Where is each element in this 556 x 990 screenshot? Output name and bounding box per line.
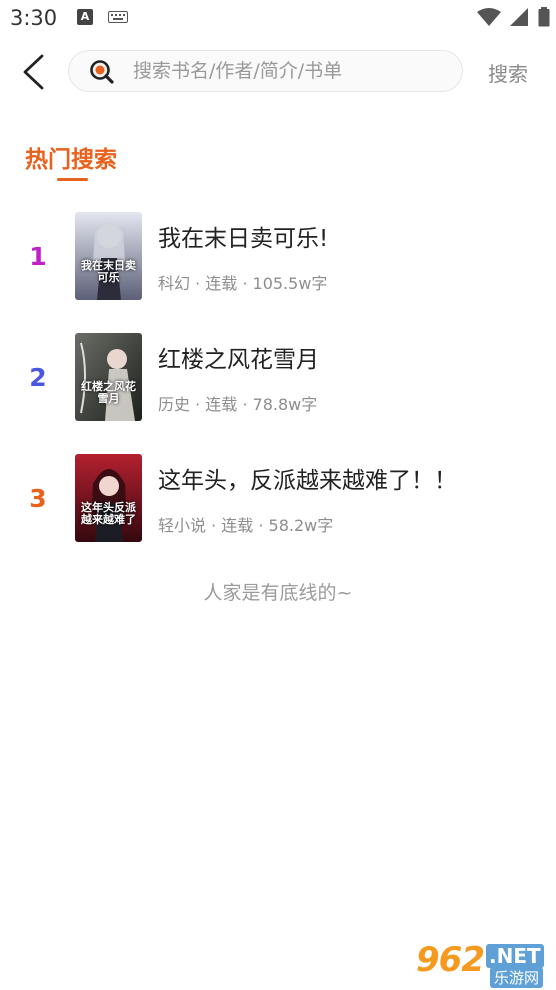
book-cover-art [75, 333, 142, 421]
book-meta: 科幻 · 连载 · 105.5w字 [158, 274, 328, 293]
end-of-list-note: 人家是有底线的~ [203, 582, 353, 604]
notification-a-icon: A [77, 9, 93, 25]
book-cover: 我在末日卖可乐 [75, 212, 142, 300]
keyboard-icon [108, 11, 128, 23]
book-item[interactable]: 1 我在末日卖可乐 我在末日卖可乐! 科幻 · 连载 · 105.5w字 [0, 212, 556, 304]
search-icon [90, 60, 114, 84]
book-cover-art [75, 454, 142, 542]
book-title: 我在末日卖可乐! [158, 226, 329, 252]
book-title: 红楼之风花雪月 [158, 347, 319, 373]
battery-icon [538, 7, 550, 27]
chevron-left-icon [23, 54, 44, 90]
back-button[interactable] [14, 52, 54, 92]
site-watermark-logo: 962 .NET 乐游网 [414, 940, 552, 988]
status-bar: 3:30 A [0, 0, 556, 38]
watermark-site-name: 乐游网 [490, 967, 544, 988]
hot-search-underline [57, 178, 88, 181]
book-rank: 1 [29, 242, 47, 271]
status-right [476, 7, 550, 27]
search-input[interactable] [133, 51, 453, 91]
book-item[interactable]: 3 这年头反派越来越难了 这年头，反派越来越难了！！ 轻小说 · 连载 · 58… [0, 454, 556, 546]
watermark-domain: .NET [486, 944, 544, 968]
wifi-icon [476, 8, 501, 26]
hot-search-title: 热门搜索 [25, 147, 117, 173]
book-cover: 红楼之风花雪月 [75, 333, 142, 421]
book-item[interactable]: 2 红楼之风花雪月 红楼之风花雪月 历史 · 连载 · 78.8w字 [0, 333, 556, 425]
search-box[interactable] [68, 50, 463, 92]
watermark-number: 962 [416, 940, 485, 980]
book-meta: 轻小说 · 连载 · 58.2w字 [158, 516, 334, 535]
book-meta: 历史 · 连载 · 78.8w字 [158, 395, 318, 414]
book-cover-text: 我在末日卖可乐 [81, 259, 136, 284]
book-title: 这年头，反派越来越难了！！ [158, 468, 457, 494]
book-cover-text: 红楼之风花雪月 [81, 380, 136, 405]
book-cover-art [75, 212, 142, 300]
book-rank: 3 [29, 484, 47, 513]
book-rank: 2 [29, 363, 47, 392]
cell-signal-icon [509, 8, 528, 26]
status-time: 3:30 [10, 6, 58, 30]
book-cover-text: 这年头反派越来越难了 [81, 501, 136, 526]
search-button[interactable]: 搜索 [488, 58, 528, 87]
book-cover: 这年头反派越来越难了 [75, 454, 142, 542]
